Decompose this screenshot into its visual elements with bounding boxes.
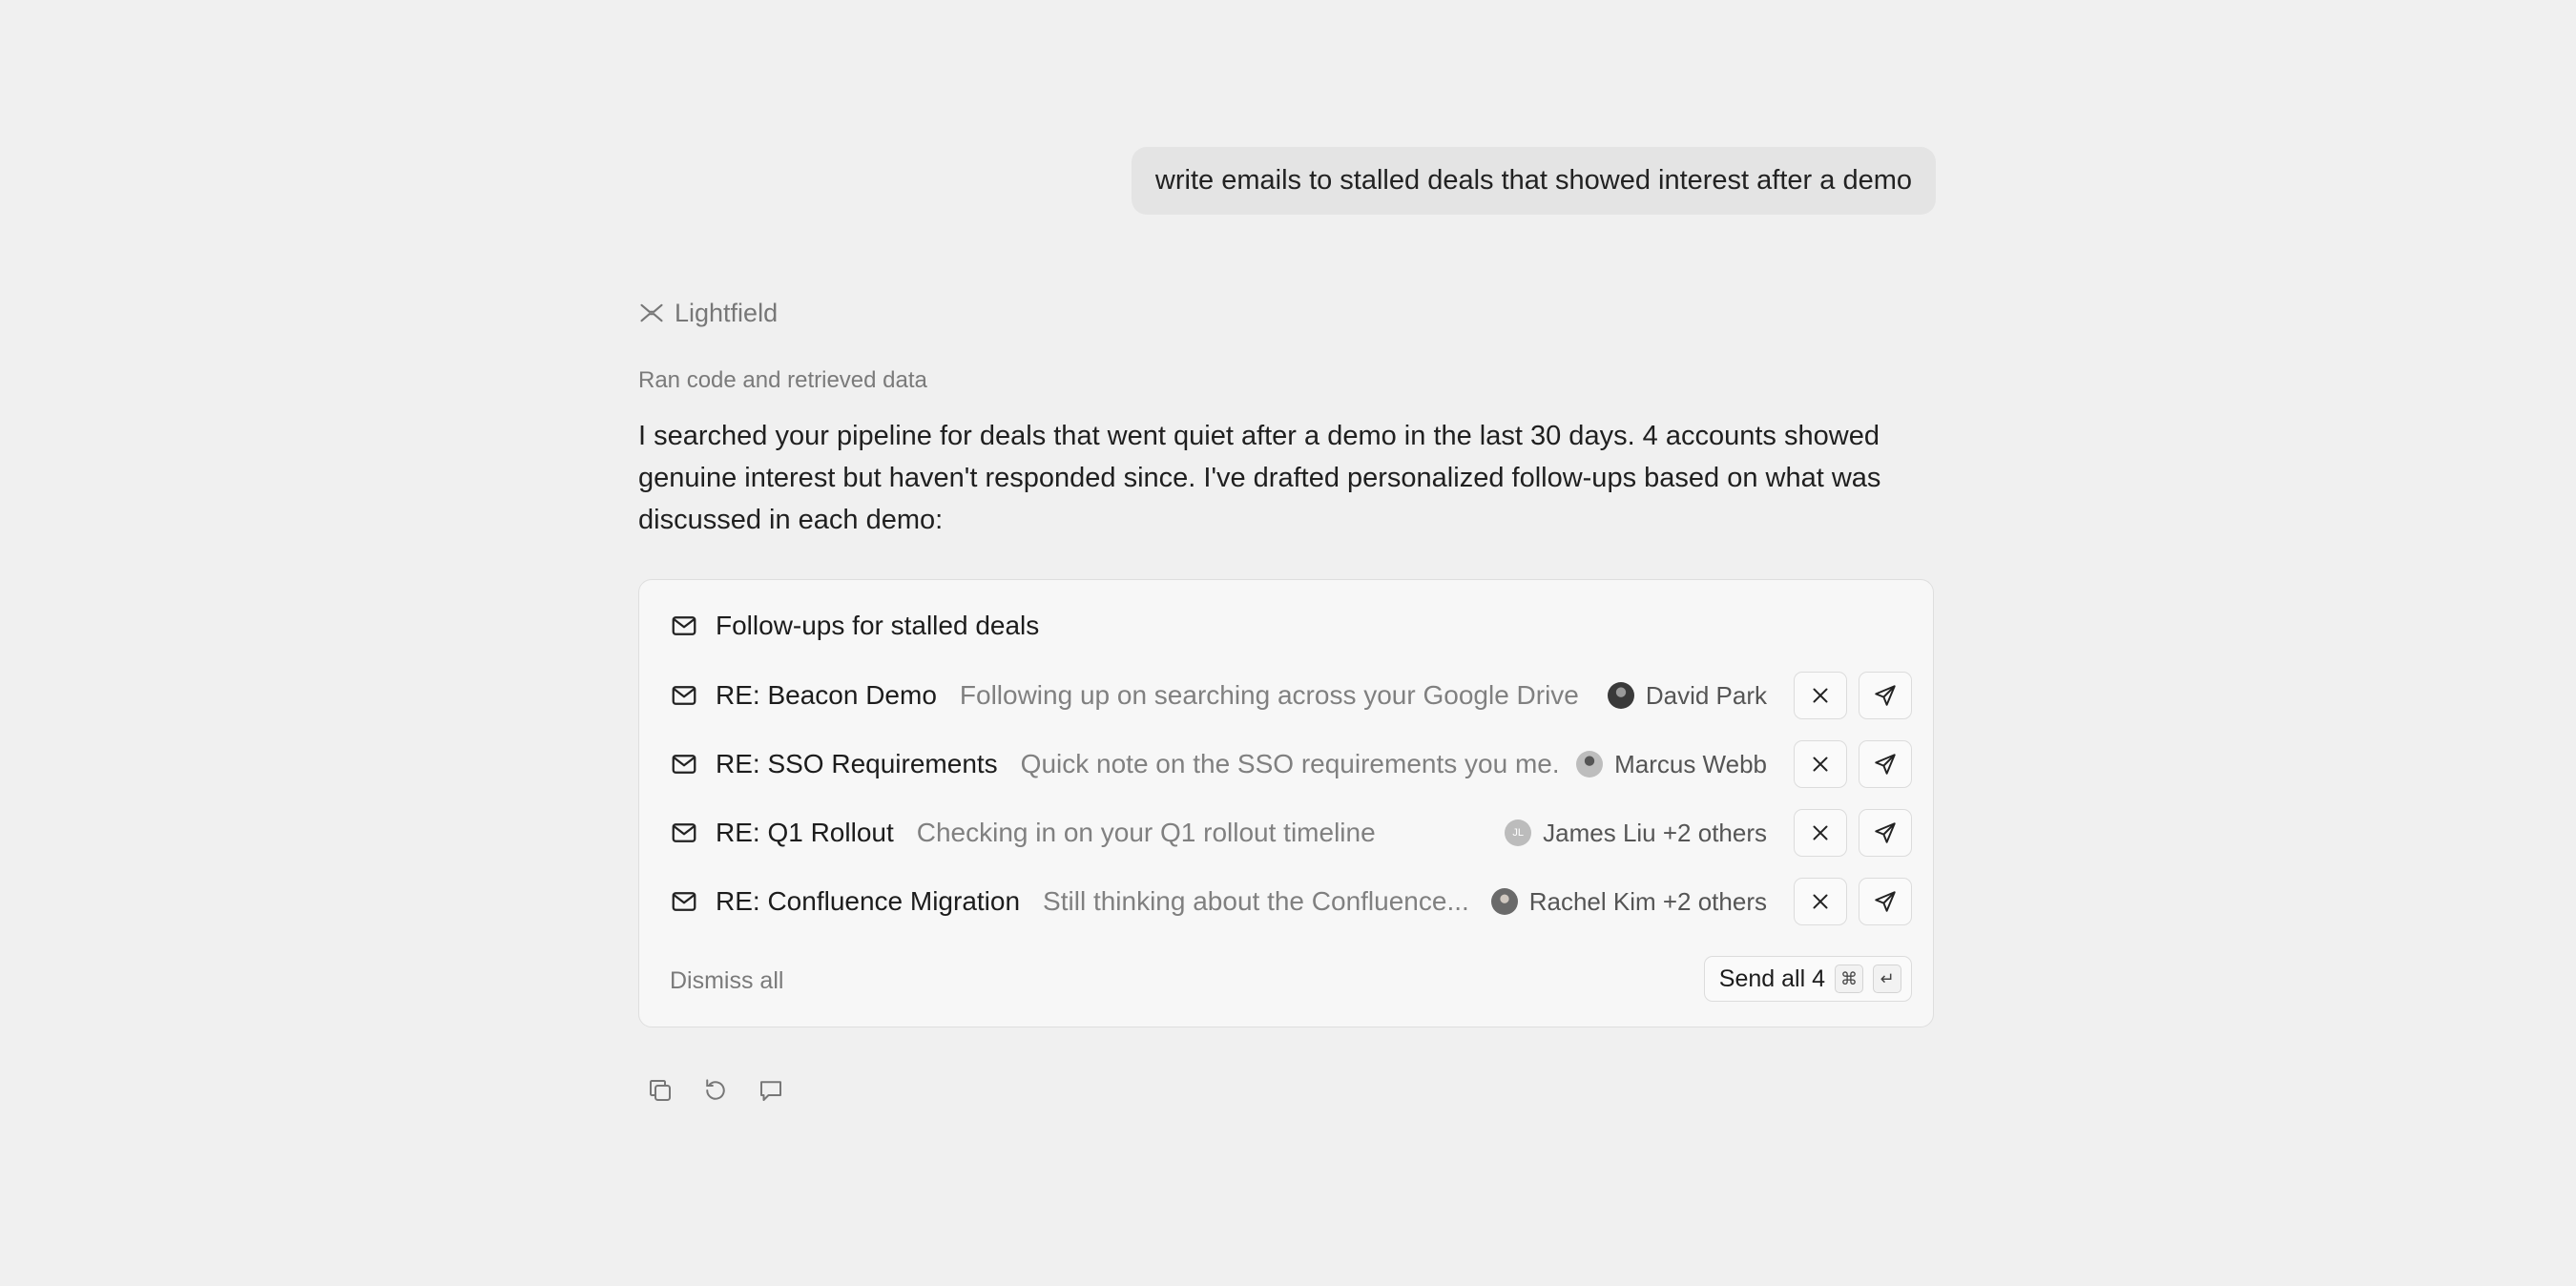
dismiss-button[interactable] (1794, 672, 1847, 719)
send-icon (1875, 891, 1896, 912)
email-draft-row[interactable]: RE: Q1 Rollout Checking in on your Q1 ro… (670, 809, 1912, 857)
mail-icon (672, 823, 696, 842)
recipient-name: David Park (1645, 680, 1767, 710)
recipient-name: Rachel Kim +2 others (1528, 886, 1767, 916)
comment-icon[interactable] (757, 1076, 785, 1105)
send-icon (1875, 685, 1896, 706)
assistant-response: Lightfield Ran code and retrieved data I… (638, 294, 1937, 1027)
send-all-label: Send all 4 (1718, 964, 1825, 992)
email-preview: Quick note on the SSO requirements you m… (1020, 749, 1558, 778)
dismiss-all-button[interactable]: Dismiss all (670, 967, 783, 995)
avatar (1490, 888, 1518, 915)
mail-icon (672, 686, 696, 705)
email-recipient: David Park (1607, 680, 1767, 711)
retry-icon[interactable] (701, 1076, 730, 1105)
email-recipient: Rachel Kim +2 others (1490, 886, 1767, 917)
email-draft-row[interactable]: RE: Confluence Migration Still thinking … (670, 878, 1912, 925)
email-preview: Still thinking about the Confluence... (1043, 886, 1469, 916)
assistant-name: Lightfield (675, 298, 779, 327)
email-recipient: Marcus Webb (1576, 750, 1767, 779)
email-subject: RE: SSO Requirements (716, 749, 998, 778)
dismiss-button[interactable] (1794, 878, 1847, 925)
email-subject: RE: Confluence Migration (716, 886, 1021, 916)
mail-icon (672, 616, 696, 635)
email-drafts-card: Follow-ups for stalled deals RE: Beacon … (638, 579, 1934, 1027)
send-button[interactable] (1859, 878, 1912, 925)
mail-icon (672, 755, 696, 774)
recipient-name: James Liu +2 others (1543, 818, 1767, 847)
tool-status[interactable]: Ran code and retrieved data (638, 363, 1937, 398)
email-draft-row[interactable]: RE: SSO Requirements Quick note on the S… (670, 740, 1912, 788)
send-icon (1875, 754, 1896, 775)
dismiss-button[interactable] (1794, 809, 1847, 857)
close-icon (1813, 825, 1828, 840)
close-icon (1813, 894, 1828, 909)
email-subject: RE: Q1 Rollout (716, 818, 894, 847)
email-recipient: JL James Liu +2 others (1505, 819, 1767, 848)
avatar (1576, 751, 1604, 778)
email-preview: Checking in on your Q1 rollout timeline (916, 818, 1376, 847)
command-key-hint: ⌘ (1835, 964, 1863, 993)
email-subject: RE: Beacon Demo (716, 680, 937, 710)
copy-icon[interactable] (646, 1076, 675, 1105)
assistant-brand: Lightfield (638, 294, 1937, 332)
message-actions (646, 1076, 785, 1105)
lightfield-logo-icon (640, 303, 663, 322)
send-button[interactable] (1859, 672, 1912, 719)
close-icon (1813, 757, 1828, 772)
send-all-button[interactable]: Send all 4 ⌘ ↵ (1703, 956, 1912, 1002)
send-icon (1875, 822, 1896, 843)
user-message: write emails to stalled deals that showe… (1131, 147, 1936, 215)
email-preview: Following up on searching across your Go… (959, 680, 1579, 710)
mail-icon (672, 892, 696, 911)
send-button[interactable] (1859, 809, 1912, 857)
send-button[interactable] (1859, 740, 1912, 788)
email-draft-row[interactable]: RE: Beacon Demo Following up on searchin… (670, 672, 1912, 719)
close-icon (1813, 688, 1828, 703)
dismiss-button[interactable] (1794, 740, 1847, 788)
avatar (1607, 682, 1634, 709)
avatar: JL (1505, 819, 1532, 846)
card-header: Follow-ups for stalled deals (670, 607, 1039, 645)
assistant-message: I searched your pipeline for deals that … (638, 421, 1881, 535)
enter-key-hint: ↵ (1873, 964, 1901, 993)
recipient-name: Marcus Webb (1614, 749, 1767, 778)
card-title: Follow-ups for stalled deals (716, 611, 1040, 640)
